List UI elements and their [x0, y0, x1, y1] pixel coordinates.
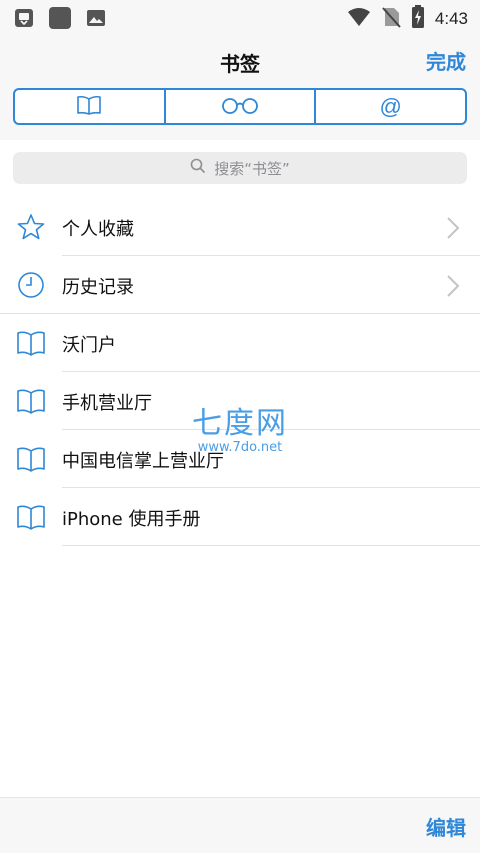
segmented-control: @ — [13, 88, 467, 125]
list-item-label: 沃门户 — [62, 335, 116, 356]
wifi-icon — [347, 7, 371, 31]
list-item-label: 个人收藏 — [62, 219, 134, 240]
page-title: 书签 — [220, 52, 260, 76]
search-field[interactable]: 搜索“书签” — [13, 152, 467, 184]
list-item[interactable]: 沃门户 — [0, 314, 480, 372]
status-bar: 4:43 — [0, 0, 480, 34]
at-icon: @ — [379, 93, 402, 119]
watermark: 七度网 www.7do.net — [185, 398, 295, 455]
watermark-url: www.7do.net — [197, 440, 283, 455]
clock-icon — [16, 270, 46, 300]
list-item-label: iPhone 使用手册 — [62, 509, 201, 530]
list-item-label: 手机营业厅 — [62, 393, 152, 414]
status-time: 4:43 — [434, 9, 468, 28]
notification-icon — [14, 7, 34, 33]
divider — [62, 545, 480, 546]
list-item-label: 历史记录 — [62, 277, 134, 298]
list-item-favorites[interactable]: 个人收藏 — [0, 198, 480, 256]
book-icon — [16, 328, 46, 358]
list-item-history[interactable]: 历史记录 — [0, 256, 480, 314]
search-placeholder: 搜索“书签” — [214, 159, 290, 178]
glasses-icon — [220, 95, 260, 119]
battery-charging-icon — [411, 5, 425, 33]
no-sim-icon — [381, 6, 401, 32]
gallery-icon — [86, 8, 106, 32]
star-icon — [16, 212, 46, 242]
app-icon — [48, 6, 72, 34]
book-icon — [16, 386, 46, 416]
status-bar-left — [14, 6, 106, 34]
watermark-logo: 七度网 — [192, 406, 288, 441]
chevron-right-icon — [446, 274, 460, 302]
navigation-header: 书签 完成 @ — [0, 34, 480, 140]
edit-button[interactable]: 编辑 — [426, 812, 466, 841]
book-icon — [16, 444, 46, 474]
bookmark-list: 个人收藏 历史记录 沃门户 手机营业厅 中国电信掌上营业厅 iPhone 使用手… — [0, 198, 480, 546]
search-area: 搜索“书签” — [0, 140, 480, 200]
tab-shared-links[interactable]: @ — [314, 90, 465, 123]
tab-bookmarks[interactable] — [15, 90, 164, 123]
book-icon — [16, 502, 46, 532]
chevron-right-icon — [446, 216, 460, 244]
status-bar-right: 4:43 — [347, 5, 468, 33]
done-button[interactable]: 完成 — [426, 46, 466, 75]
bottom-toolbar: 编辑 — [0, 797, 480, 853]
search-icon — [190, 158, 206, 178]
tab-reading-list[interactable] — [163, 90, 315, 123]
book-icon — [76, 94, 102, 120]
list-item[interactable]: iPhone 使用手册 — [0, 488, 480, 546]
